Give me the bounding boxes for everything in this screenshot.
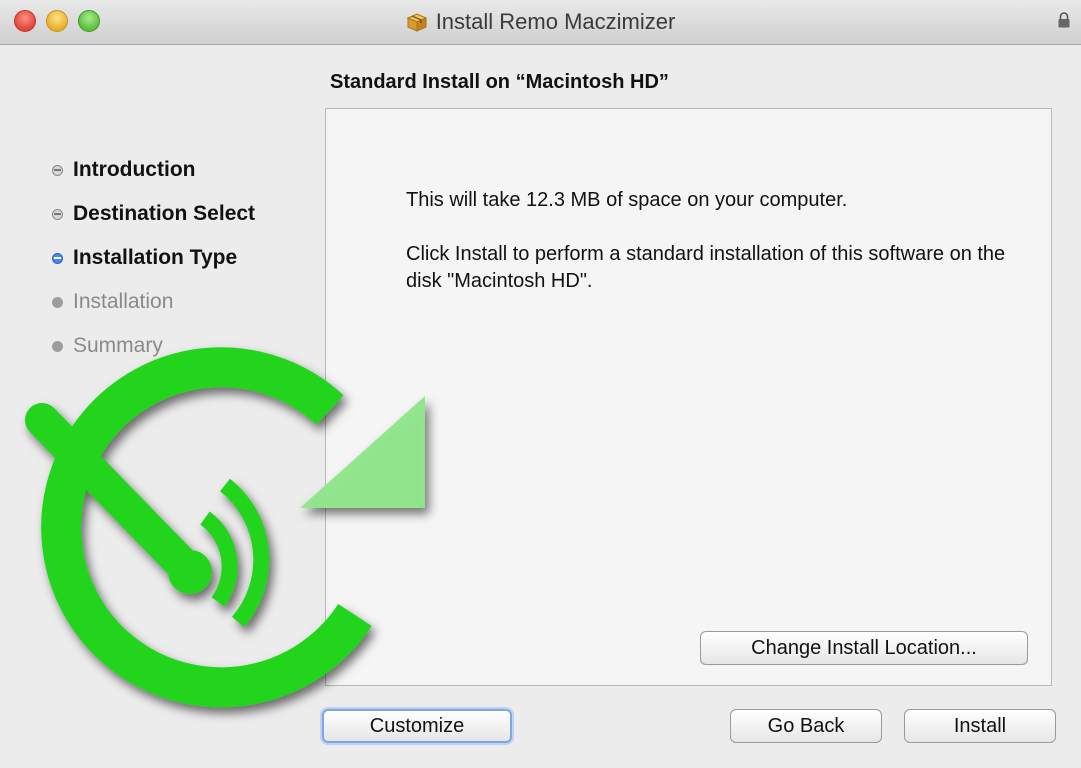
package-icon xyxy=(406,13,427,32)
step-label: Summary xyxy=(73,334,163,357)
window-title-group: Install Remo Maczimizer xyxy=(0,0,1081,44)
step-pending-icon xyxy=(52,340,63,352)
content-pane: This will take 12.3 MB of space on your … xyxy=(325,108,1052,686)
step-introduction: Introduction xyxy=(52,148,255,192)
page-title: Standard Install on “Macintosh HD” xyxy=(330,71,669,93)
window-title: Install Remo Maczimizer xyxy=(435,9,676,34)
title-bar[interactable]: Install Remo Maczimizer xyxy=(0,0,1081,45)
step-label: Installation xyxy=(73,290,174,313)
step-pending-icon xyxy=(52,296,63,308)
step-label: Destination Select xyxy=(73,202,256,225)
install-description-text: Click Install to perform a standard inst… xyxy=(406,243,1006,292)
step-destination-select: Destination Select xyxy=(52,192,255,236)
install-button[interactable]: Install xyxy=(904,709,1056,743)
step-label: Introduction xyxy=(73,158,196,181)
step-label: Installation Type xyxy=(73,246,238,269)
step-done-icon xyxy=(52,208,63,220)
go-back-button[interactable]: Go Back xyxy=(730,709,882,743)
step-done-icon xyxy=(52,164,63,176)
step-summary: Summary xyxy=(52,324,255,368)
lock-icon[interactable] xyxy=(1057,11,1071,29)
space-required-text: This will take 12.3 MB of space on your … xyxy=(406,189,848,211)
customize-button[interactable]: Customize xyxy=(322,709,512,743)
steps-sidebar: Introduction Destination Select Installa… xyxy=(52,148,255,368)
step-current-icon xyxy=(52,252,63,264)
change-install-location-button[interactable]: Change Install Location... xyxy=(700,631,1028,665)
step-installation-type: Installation Type xyxy=(52,236,255,280)
step-installation: Installation xyxy=(52,280,255,324)
